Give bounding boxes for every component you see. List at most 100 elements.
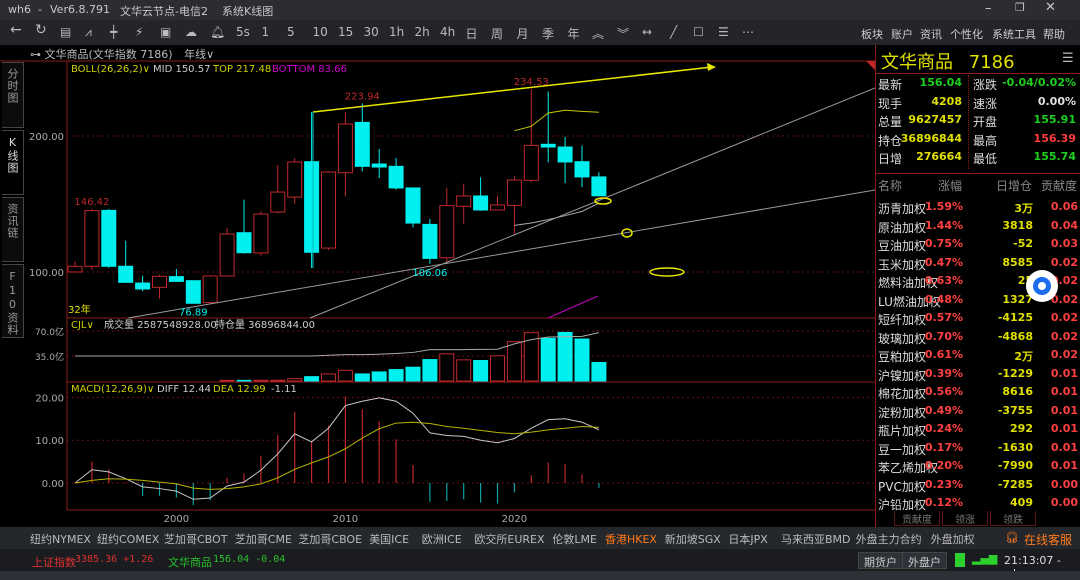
y-tick: 200.00	[29, 132, 64, 143]
menu-item[interactable]: 系统工具	[992, 26, 1036, 42]
futures-account-button[interactable]: 期货户	[858, 552, 903, 569]
quote-title: 文华商品 7186	[881, 48, 1015, 74]
list-item[interactable]: 玉米加权 0.47% 8585 0.02	[876, 254, 1080, 272]
menu-item[interactable]: 帮助	[1043, 26, 1065, 42]
headset-icon[interactable]: 🎧︎	[1005, 531, 1019, 544]
divider	[968, 75, 969, 169]
column-header[interactable]: 涨幅	[938, 177, 962, 194]
period-6[interactable]: 1h	[389, 25, 404, 39]
refresh-icon[interactable]: ↻	[35, 22, 47, 38]
period-1[interactable]: 1	[262, 25, 270, 39]
list-item[interactable]: 淀粉加权 0.49% -3755 0.01	[876, 402, 1080, 420]
list-menu-icon[interactable]: ☰	[1062, 51, 1074, 66]
zoom-out-icon[interactable]: ︾	[617, 25, 629, 42]
close-icon[interactable]: ✕	[1045, 0, 1056, 15]
assistant-bubble[interactable]	[1026, 270, 1058, 302]
period-0[interactable]: 5s	[236, 25, 250, 39]
online-service-link[interactable]: 在线客服	[1024, 531, 1072, 548]
menu-item[interactable]: 资讯	[920, 26, 942, 42]
exchange-tab[interactable]: 外盘加权	[931, 531, 975, 547]
line-chart-icon[interactable]: ⩘	[85, 25, 92, 40]
candle-body	[439, 205, 455, 259]
candle-icon[interactable]: ┿	[110, 25, 117, 39]
exchange-tab[interactable]: 外盘主力合约	[856, 531, 922, 547]
foreign-account-button[interactable]: 外盘户	[902, 552, 947, 569]
contrib-tab-0[interactable]: 贡献度	[894, 511, 940, 526]
maximize-icon[interactable]: ❐	[1015, 1, 1025, 14]
list-item[interactable]: 短纤加权 0.57% -4125 0.02	[876, 309, 1080, 327]
cell: 3万	[1014, 202, 1033, 215]
draw-icon[interactable]: ⚡	[135, 25, 143, 39]
list-item[interactable]: 棉花加权 0.56% 8616 0.01	[876, 383, 1080, 401]
candle-body	[287, 161, 303, 198]
exchange-tab[interactable]: 芝加哥CBOE	[298, 531, 362, 547]
app-version: Ver6.8.791	[50, 3, 110, 16]
window-icon[interactable]: ▣	[160, 25, 171, 39]
width-icon[interactable]: ↔	[642, 25, 652, 39]
list-item[interactable]: 豆一加权 0.17% -1630 0.01	[876, 439, 1080, 457]
exchange-tab[interactable]: 纽约NYMEX	[30, 531, 91, 547]
list-item[interactable]: 豆粕加权 0.61% 2万 0.02	[876, 346, 1080, 364]
contrib-tab-1[interactable]: 领涨	[942, 511, 988, 526]
contrib-tab-2[interactable]: 领跌	[990, 511, 1036, 526]
exchange-tab[interactable]: 芝加哥CBOT	[164, 531, 227, 547]
volume-bar	[557, 331, 573, 382]
menu-item[interactable]: 个性化	[950, 26, 983, 42]
menu-item[interactable]: 板块	[861, 26, 883, 42]
x-tick: 2000	[164, 514, 189, 525]
server-name: 文华云节点-电信2	[120, 5, 208, 18]
exchange-tab[interactable]: 伦敦LME	[552, 531, 597, 547]
period-11[interactable]: 月	[517, 25, 529, 42]
period-8[interactable]: 4h	[440, 25, 455, 39]
price-label: 234.53	[514, 77, 549, 88]
period-12[interactable]: 季	[542, 25, 554, 42]
back-icon[interactable]: ←	[10, 22, 22, 38]
cell: -4125	[997, 311, 1033, 324]
bell-icon[interactable]: 🔔︎	[210, 25, 225, 39]
list-item[interactable]: 玻璃加权 0.70% -4868 0.02	[876, 328, 1080, 346]
list-item[interactable]: 瓶片加权 0.24% 292 0.01	[876, 420, 1080, 438]
column-header[interactable]: 贡献度	[1041, 177, 1077, 194]
period-2[interactable]: 5	[287, 25, 295, 39]
cell: 短纤加权	[878, 313, 927, 327]
exchange-tab[interactable]: 芝加哥CME	[235, 531, 292, 547]
table-icon[interactable]: ▤	[60, 25, 71, 39]
line-tool-icon[interactable]: ╱	[670, 25, 677, 39]
more-icon[interactable]: ⋯	[742, 25, 754, 39]
rect-tool-icon[interactable]: ☐	[693, 25, 704, 39]
list-item[interactable]: 原油加权 1.44% 3818 0.04	[876, 217, 1080, 235]
period-10[interactable]: 周	[491, 25, 503, 42]
exchange-tab[interactable]: 马来西亚BMD	[781, 531, 851, 547]
minimize-icon[interactable]: –	[985, 1, 992, 16]
list-item[interactable]: 苯乙烯加权 0.20% -7990 0.01	[876, 457, 1080, 475]
kline-chart[interactable]: 200.00 100.00 70.0亿 35.0亿 20.00 10.00 0.00 2000…	[0, 45, 875, 527]
dea-line	[74, 421, 599, 490]
cell: -52	[1013, 237, 1033, 250]
exchange-tab[interactable]: 欧交所EUREX	[474, 531, 544, 547]
volume-bar	[219, 379, 235, 382]
exchange-tab[interactable]: 日本JPX	[728, 531, 767, 547]
period-13[interactable]: 年	[568, 25, 580, 42]
period-4[interactable]: 15	[338, 25, 353, 39]
period-3[interactable]: 10	[313, 25, 328, 39]
column-header[interactable]: 名称	[878, 177, 902, 194]
exchange-tab[interactable]: 欧洲ICE	[422, 531, 462, 547]
exchange-tab[interactable]: 美国ICE	[369, 531, 409, 547]
quote-panel: 文华商品 7186 ☰ 最新 156.04 现手 4208 总量 9627457 持仓 368…	[875, 45, 1080, 527]
list-item[interactable]: 沥青加权 1.59% 3万 0.06	[876, 198, 1080, 216]
column-header[interactable]: 日增仓	[996, 177, 1032, 194]
zoom-in-icon[interactable]: ︽	[592, 25, 604, 42]
period-9[interactable]: 日	[466, 25, 478, 42]
exchange-tab[interactable]: 新加坡SGX	[665, 531, 721, 547]
boll-mid-line	[514, 202, 600, 226]
list-item[interactable]: 豆油加权 0.75% -52 0.03	[876, 235, 1080, 253]
exchange-tab[interactable]: 纽约COMEX	[97, 531, 159, 547]
list-item[interactable]: 沪铅加权 0.12% 409 0.00	[876, 494, 1080, 512]
period-5[interactable]: 30	[364, 25, 379, 39]
menu-item[interactable]: 账户	[891, 26, 913, 42]
cloud-icon[interactable]: ☁	[185, 25, 197, 39]
period-7[interactable]: 2h	[415, 25, 430, 39]
list-item[interactable]: PVC加权 0.23% -7285 0.00	[876, 476, 1080, 494]
list-item[interactable]: 沪镍加权 0.39% -1229 0.01	[876, 365, 1080, 383]
text-tool-icon[interactable]: ☰	[718, 25, 729, 39]
